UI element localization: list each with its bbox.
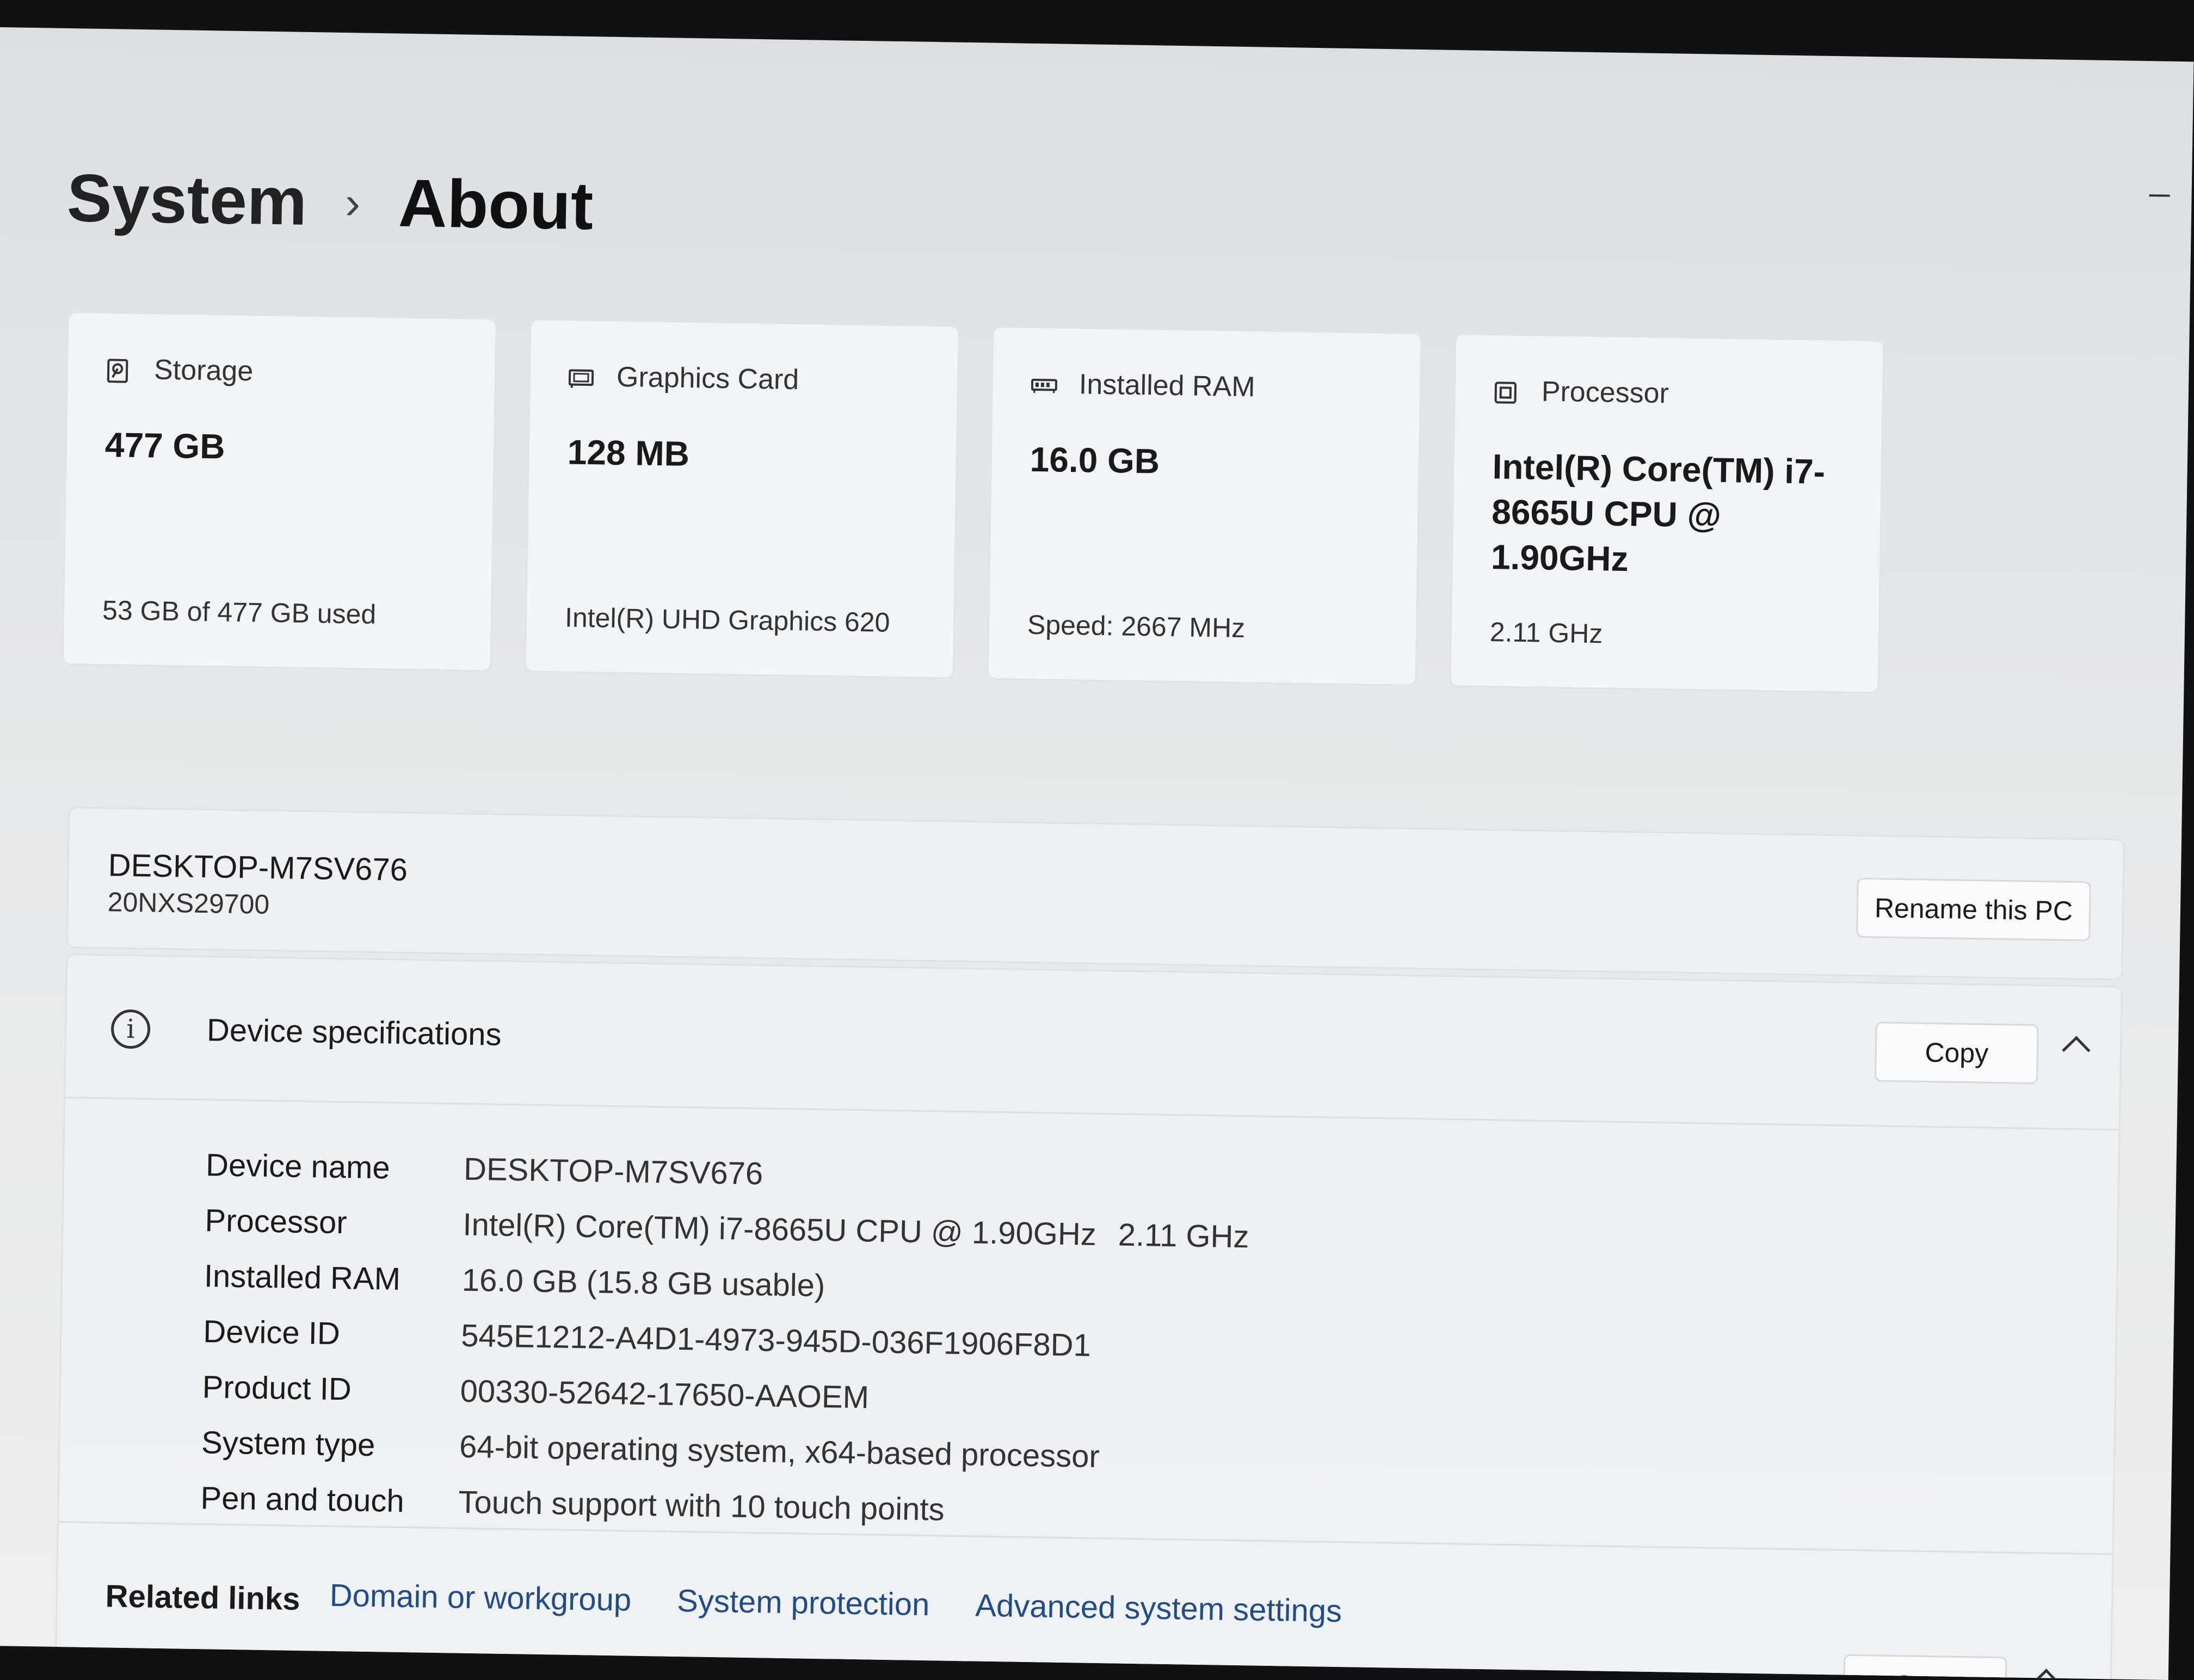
processor-icon [1493,379,1518,403]
processor-detail: 2.11 GHz [1489,616,1603,649]
graphics-card-title: Graphics Card [617,361,799,396]
chevron-up-icon[interactable] [2032,1669,2059,1680]
graphics-card-detail: Intel(R) UHD Graphics 620 [565,601,890,638]
spec-label: System type [201,1424,460,1464]
spec-value: 00330-52642-17650-AAOEM [460,1373,869,1416]
spec-label: Product ID [202,1369,460,1409]
processor-value: Intel(R) Core(TM) i7-8665U CPU @ 1.90GHz [1490,444,1846,586]
device-specifications-list: Device name DESKTOP-M7SV676 Processor In… [200,1137,1250,1542]
installed-ram-value: 16.0 GB [1030,437,1384,488]
spec-value: Intel(R) Core(TM) i7-8665U CPU @ 1.90GHz [463,1206,1096,1252]
spec-label: Pen and touch [200,1480,459,1520]
graphics-card-card: Graphics Card 128 MB Intel(R) UHD Graphi… [525,318,960,679]
related-links-list: Domain or workgroup System protection Ad… [329,1577,1342,1629]
rename-pc-button[interactable]: Rename this PC [1856,878,2091,941]
spec-label: Device name [206,1147,464,1187]
device-specifications-header[interactable]: i Device specifications Copy [65,955,2121,1130]
device-specifications-title: Device specifications [207,1012,502,1053]
pc-model: 20NXS29700 [107,886,269,920]
spec-value: DESKTOP-M7SV676 [464,1150,763,1192]
copy-specs-button[interactable]: Copy [1875,1021,2039,1084]
related-links-label: Related links [105,1578,300,1617]
spec-value: 16.0 GB (15.8 GB usable) [461,1261,825,1303]
copy-next-section-button[interactable]: Copy [1843,1654,2007,1680]
processor-card: Processor Intel(R) Core(TM) i7-8665U CPU… [1449,333,1884,693]
chevron-right-icon: › [345,180,361,225]
hardware-summary-cards: Storage 477 GB 53 GB of 477 GB used Grap… [62,311,1885,693]
minimize-icon[interactable] [2149,194,2170,197]
device-specifications-panel: i Device specifications Copy Device name… [55,953,2123,1680]
storage-title: Storage [154,354,254,388]
advanced-system-settings-link[interactable]: Advanced system settings [975,1587,1342,1630]
page-title: About [398,170,594,241]
ram-icon [1031,372,1056,396]
breadcrumb: System › About [66,164,594,240]
installed-ram-card: Installed RAM 16.0 GB Speed: 2667 MHz [987,326,1422,686]
installed-ram-title: Installed RAM [1078,368,1255,403]
spec-label: Installed RAM [204,1258,462,1298]
graphics-card-value: 128 MB [567,429,921,480]
storage-value: 477 GB [104,422,459,473]
storage-card: Storage 477 GB 53 GB of 477 GB used [62,311,497,672]
domain-or-workgroup-link[interactable]: Domain or workgroup [329,1577,631,1619]
system-protection-link[interactable]: System protection [677,1583,930,1623]
processor-title: Processor [1541,376,1669,410]
graphics-card-icon [569,364,593,389]
storage-icon [106,357,131,381]
spec-value: 545E1212-A4D1-4973-945D-036F1906F8D1 [461,1317,1091,1363]
installed-ram-detail: Speed: 2667 MHz [1027,609,1246,644]
pc-name-panel: DESKTOP-M7SV676 20NXS29700 Rename this P… [66,807,2125,980]
spec-label: Device ID [203,1313,461,1353]
settings-window: System › About Storage 477 GB 53 GB of 4… [0,27,2194,1680]
info-icon: i [111,1009,151,1049]
breadcrumb-system[interactable]: System [66,164,307,236]
spec-label: Processor [205,1202,463,1242]
storage-detail: 53 GB of 477 GB used [102,594,377,630]
pc-name: DESKTOP-M7SV676 [108,847,408,888]
spec-value: 64-bit operating system, x64-based proce… [459,1428,1100,1474]
spec-value-extra: 2.11 GHz [1118,1216,1249,1255]
related-links-section: Related links Domain or workgroup System… [56,1521,2112,1680]
spec-value: Touch support with 10 touch points [458,1484,945,1528]
chevron-up-icon[interactable] [2062,1036,2090,1064]
